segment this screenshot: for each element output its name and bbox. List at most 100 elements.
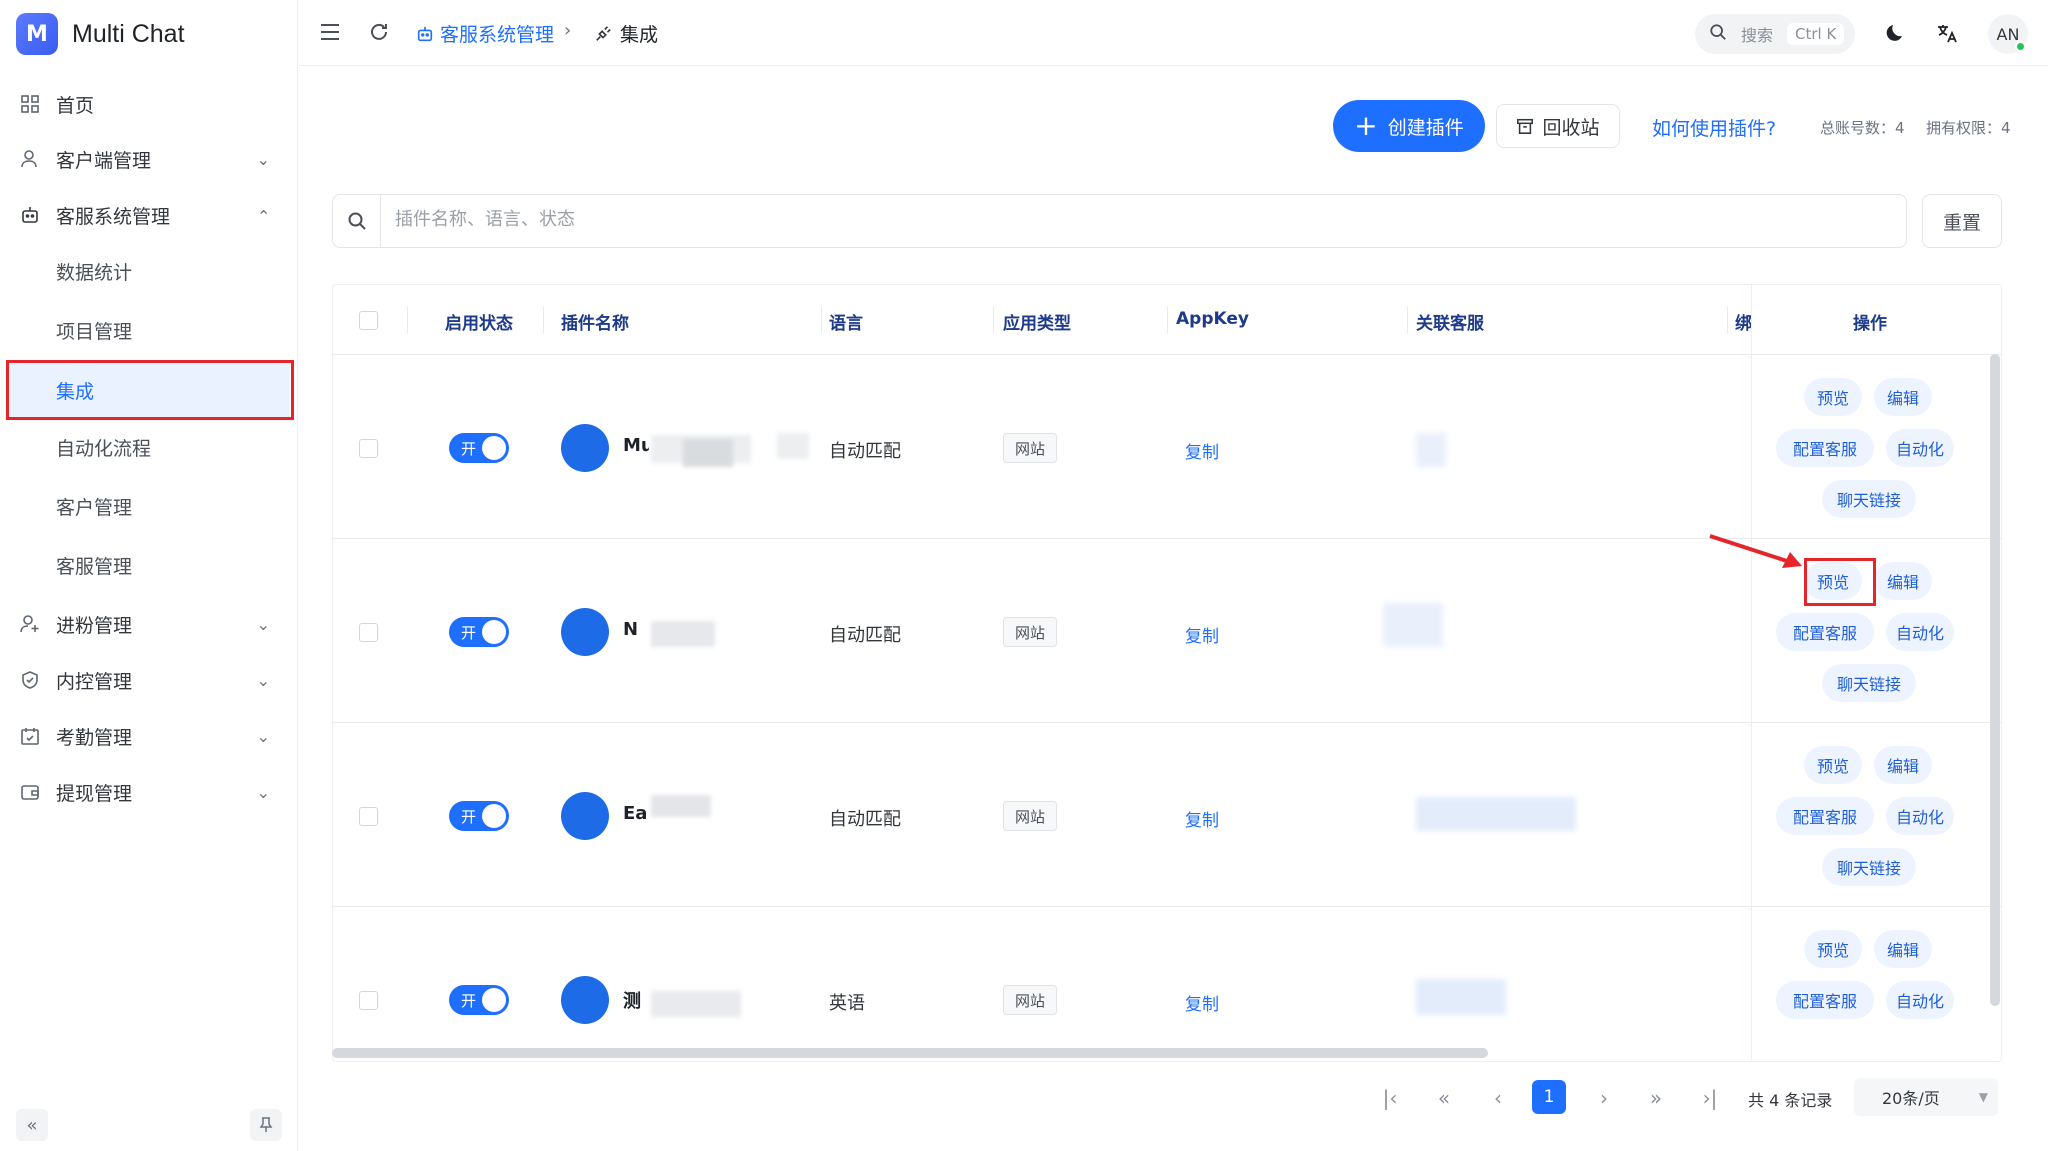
status-toggle[interactable]: 开 <box>449 433 509 463</box>
sidebar-subitem-automation[interactable]: 自动化流程 <box>0 420 298 474</box>
horizontal-scrollbar[interactable] <box>332 1048 1488 1058</box>
plugin-table: 启用状态 插件名称 语言 应用类型 AppKey 关联客服 绑 操作 开 Mu … <box>332 284 2002 1062</box>
edit-button[interactable]: 编辑 <box>1874 746 1932 784</box>
sidebar-subitem-label: 项目管理 <box>56 320 133 343</box>
copy-appkey-link[interactable]: 复制 <box>1185 990 1219 1015</box>
reset-button[interactable]: 重置 <box>1922 194 2002 248</box>
row-checkbox[interactable] <box>359 991 378 1010</box>
config-agent-button[interactable]: 配置客服 <box>1776 981 1874 1019</box>
redacted-name <box>777 433 809 459</box>
preview-button[interactable]: 预览 <box>1804 746 1862 784</box>
copy-appkey-link[interactable]: 复制 <box>1185 622 1219 647</box>
fast-forward-icon[interactable]: » <box>1642 1084 1670 1112</box>
create-plugin-button[interactable]: + 创建插件 <box>1333 100 1485 152</box>
automation-button[interactable]: 自动化 <box>1886 797 1954 835</box>
breadcrumb-label: 集成 <box>620 24 659 46</box>
sidebar-subitem-label: 自动化流程 <box>56 437 152 460</box>
select-all-checkbox[interactable] <box>359 311 378 330</box>
total-accounts: 总账号数：4 <box>1820 119 1905 137</box>
sidebar-item-withdrawal[interactable]: 提现管理 ⌄ <box>0 765 298 819</box>
copy-appkey-link[interactable]: 复制 <box>1185 438 1219 463</box>
sidebar-item-attendance[interactable]: 考勤管理 ⌄ <box>0 709 298 763</box>
row-checkbox[interactable] <box>359 807 378 826</box>
last-page-icon[interactable]: ›| <box>1696 1084 1724 1112</box>
app-type-tag: 网站 <box>1003 617 1057 647</box>
redacted-name <box>651 991 741 1017</box>
edit-button[interactable]: 编辑 <box>1874 562 1932 600</box>
page-number[interactable]: 1 <box>1532 1080 1566 1114</box>
status-toggle[interactable]: 开 <box>449 985 509 1015</box>
filter-input[interactable] <box>395 209 1795 230</box>
edit-button[interactable]: 编辑 <box>1874 930 1932 968</box>
automation-button[interactable]: 自动化 <box>1886 429 1954 467</box>
sidebar-item-internal-control[interactable]: 内控管理 ⌄ <box>0 653 298 707</box>
user-icon <box>20 149 40 169</box>
plugin-language: 自动匹配 <box>829 809 901 830</box>
edit-button[interactable]: 编辑 <box>1874 378 1932 416</box>
sidebar: M Multi Chat 首页 客户端管理 ⌄ 客服系统管理 ⌄ 数据统计 项目… <box>0 0 298 1151</box>
column-header: AppKey <box>1176 309 1249 329</box>
sidebar-item-cs-system[interactable]: 客服系统管理 ⌄ <box>0 188 298 242</box>
prev-page-icon[interactable]: ‹ <box>1484 1084 1512 1112</box>
sidebar-subitem-statistics[interactable]: 数据统计 <box>0 244 298 298</box>
preview-button[interactable]: 预览 <box>1804 378 1862 416</box>
sidebar-subitem-label: 数据统计 <box>56 261 133 284</box>
sidebar-subitem-projects[interactable]: 项目管理 <box>0 303 298 357</box>
redacted-agent <box>1383 603 1443 647</box>
redacted-name <box>651 621 715 647</box>
plugin-name: 测 <box>623 991 641 1012</box>
sidebar-item-client-management[interactable]: 客户端管理 ⌄ <box>0 132 298 186</box>
create-plugin-label: 创建插件 <box>1387 116 1464 139</box>
plugin-language: 自动匹配 <box>829 625 901 646</box>
sidebar-item-leads[interactable]: 进粉管理 ⌄ <box>0 597 298 651</box>
config-agent-button[interactable]: 配置客服 <box>1776 797 1874 835</box>
chevron-down-icon: ⌄ <box>256 614 270 634</box>
sidebar-item-label: 内控管理 <box>56 670 133 693</box>
sidebar-subitem-agents[interactable]: 客服管理 <box>0 538 298 592</box>
search-label: 搜索 <box>1741 26 1774 45</box>
arrow-icon <box>1709 534 1802 568</box>
config-agent-button[interactable]: 配置客服 <box>1776 429 1874 467</box>
collapse-sidebar-icon[interactable]: « <box>16 1109 48 1141</box>
fast-backward-icon[interactable]: « <box>1430 1084 1458 1112</box>
next-page-icon[interactable]: › <box>1590 1084 1618 1112</box>
row-checkbox[interactable] <box>359 439 378 458</box>
pin-icon[interactable] <box>250 1109 282 1141</box>
global-search[interactable]: 搜索 Ctrl K <box>1695 14 1855 54</box>
chat-link-button[interactable]: 聊天链接 <box>1822 848 1916 886</box>
automation-button[interactable]: 自动化 <box>1886 613 1954 651</box>
vertical-scrollbar[interactable] <box>1990 354 2000 1006</box>
sidebar-subitem-customers[interactable]: 客户管理 <box>0 479 298 533</box>
chat-link-button[interactable]: 聊天链接 <box>1822 480 1916 518</box>
moon-icon[interactable] <box>1884 21 1908 45</box>
plugin-avatar <box>561 608 609 656</box>
app-title: Multi Chat <box>72 19 185 48</box>
column-header: 启用状态 <box>445 314 513 334</box>
total-records: 共 4 条记录 <box>1748 1091 1833 1110</box>
redacted-name <box>683 439 733 467</box>
help-link[interactable]: 如何使用插件? <box>1652 114 1776 141</box>
plugin-avatar <box>561 792 609 840</box>
automation-button[interactable]: 自动化 <box>1886 981 1954 1019</box>
chevron-down-icon: ⌄ <box>256 149 270 169</box>
chat-link-button[interactable]: 聊天链接 <box>1822 664 1916 702</box>
status-toggle[interactable]: 开 <box>449 617 509 647</box>
app-type-tag: 网站 <box>1003 985 1057 1015</box>
preview-button[interactable]: 预览 <box>1804 930 1862 968</box>
menu-icon[interactable] <box>318 20 342 44</box>
app-logo: M Multi Chat <box>16 12 185 56</box>
toggle-label: 开 <box>461 440 477 458</box>
highlight-box <box>1804 558 1876 606</box>
translate-icon[interactable] <box>1935 21 1959 45</box>
breadcrumb-cs-system[interactable]: 客服系统管理 <box>416 20 554 47</box>
page-size-select[interactable]: 20条/页 ▼ <box>1854 1078 1998 1116</box>
recycle-bin-button[interactable]: 回收站 <box>1496 104 1620 148</box>
sidebar-item-home[interactable]: 首页 <box>0 77 298 131</box>
refresh-icon[interactable] <box>367 20 391 44</box>
row-checkbox[interactable] <box>359 623 378 642</box>
status-toggle[interactable]: 开 <box>449 801 509 831</box>
copy-appkey-link[interactable]: 复制 <box>1185 806 1219 831</box>
first-page-icon[interactable]: |‹ <box>1376 1084 1404 1112</box>
config-agent-button[interactable]: 配置客服 <box>1776 613 1874 651</box>
redacted-agent <box>1416 797 1576 831</box>
